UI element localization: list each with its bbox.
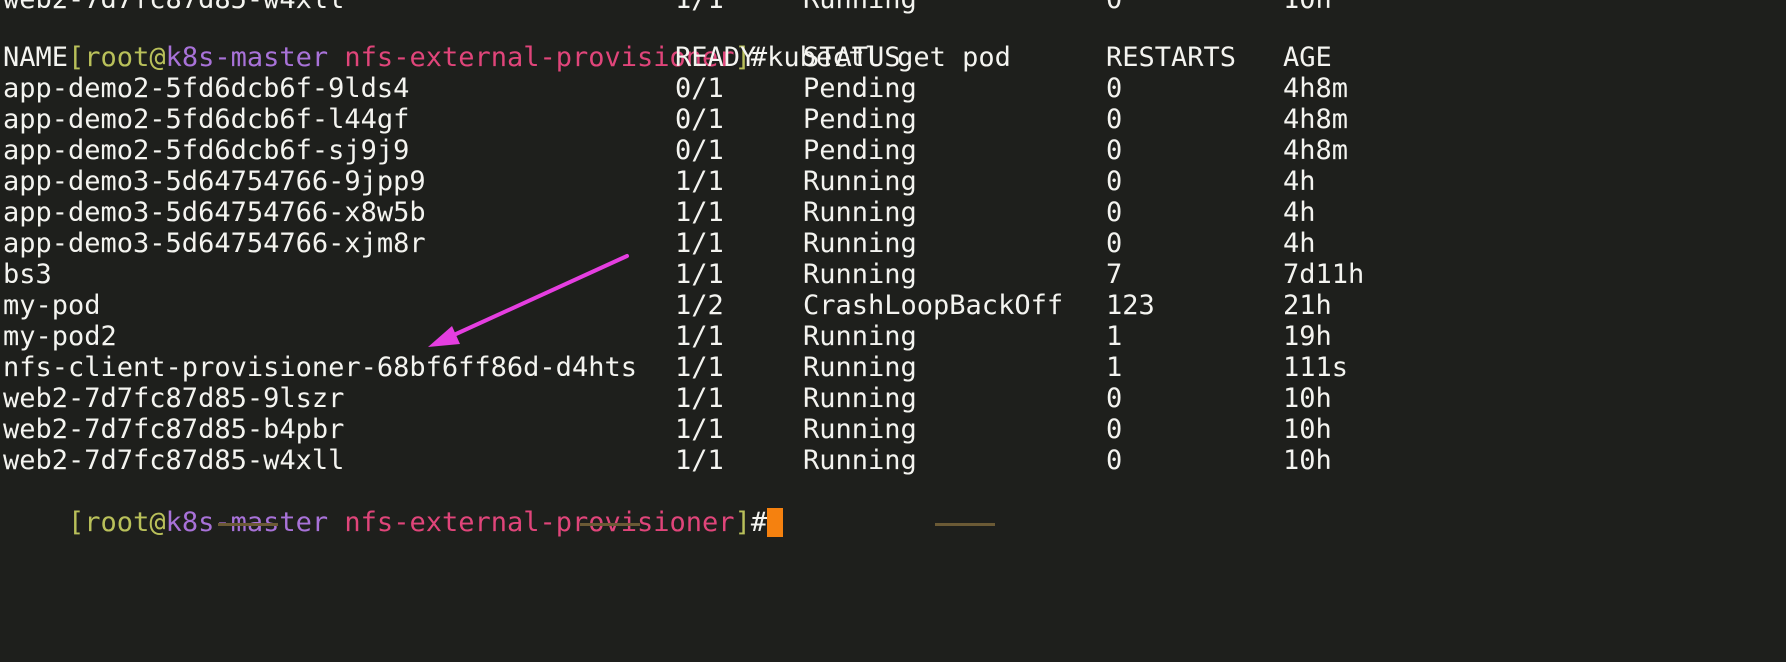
pod-status: Running xyxy=(803,166,917,197)
pod-ready: 1/2 xyxy=(675,290,724,321)
pod-age: 7d11h xyxy=(1283,259,1365,290)
pod-age: 21h xyxy=(1283,290,1332,321)
prompt-host: k8s-master xyxy=(165,42,329,73)
pod-age: 4h xyxy=(1283,166,1316,197)
table-row: web2-7d7fc87d85-b4pbr 1/1 Running 0 10h xyxy=(3,414,1332,445)
arrow-shaft xyxy=(443,254,629,341)
terminal-window[interactable]: web2-7d7fc87d85-w4xll 1/1 Running 0 10h … xyxy=(0,0,1786,538)
pod-name: app-demo2-5fd6dcb6f-9lds4 xyxy=(3,73,410,104)
pod-status: Running xyxy=(803,228,917,259)
pod-restarts: 0 xyxy=(1106,445,1123,476)
pod-restarts: 0 xyxy=(1106,414,1123,445)
pod-name: my-pod xyxy=(3,290,101,321)
pod-restarts: 0 xyxy=(1106,228,1123,259)
pod-status: Running xyxy=(803,414,917,445)
pod-restarts: 0 xyxy=(1106,197,1123,228)
command-line: [root@k8s-master nfs-external-provisione… xyxy=(3,11,1011,73)
pod-ready: 1/1 xyxy=(675,383,724,414)
table-row: my-pod 1/2 CrashLoopBackOff 123 21h xyxy=(3,290,1332,321)
pod-status: Running xyxy=(803,321,917,352)
pod-restarts: 1 xyxy=(1106,352,1123,383)
pod-ready: 1/1 xyxy=(675,228,724,259)
prompt-at: @ xyxy=(149,42,166,73)
pod-ready: 1/1 xyxy=(675,414,724,445)
table-row: app-demo3-5d64754766-xjm8r 1/1 Running 0… xyxy=(3,228,1316,259)
pod-age: 4h8m xyxy=(1283,135,1349,166)
pod-restarts: 0 xyxy=(1106,0,1122,15)
table-row: web2-7d7fc87d85-9lszr 1/1 Running 0 10h xyxy=(3,383,1332,414)
prompt-user: root xyxy=(84,42,150,73)
pod-ready: 1/1 xyxy=(675,445,724,476)
pod-restarts: 0 xyxy=(1106,104,1123,135)
pod-status: Pending xyxy=(803,73,917,104)
pod-status: Running xyxy=(803,445,917,476)
table-row: app-demo3-5d64754766-x8w5b 1/1 Running 0… xyxy=(3,197,1316,228)
pod-status: Running xyxy=(803,259,917,290)
pod-restarts: 0 xyxy=(1106,166,1123,197)
pod-restarts: 0 xyxy=(1106,135,1123,166)
table-row: app-demo2-5fd6dcb6f-sj9j9 0/1 Pending 0 … xyxy=(3,135,1348,166)
input-prompt-line[interactable]: [root@k8s-master nfs-external-provisione… xyxy=(3,476,784,538)
table-header: NAME READY STATUS RESTARTS AGE xyxy=(3,42,1332,73)
pod-restarts: 123 xyxy=(1106,290,1155,321)
table-row: app-demo3-5d64754766-9jpp9 1/1 Running 0… xyxy=(3,166,1316,197)
pod-ready: 0/1 xyxy=(675,135,724,166)
table-row: bs3 1/1 Running 7 7d11h xyxy=(3,259,1364,290)
pod-ready: 1/1 xyxy=(675,166,724,197)
table-row: app-demo2-5fd6dcb6f-l44gf 0/1 Pending 0 … xyxy=(3,104,1348,135)
pod-status: Running xyxy=(803,352,917,383)
pod-status: Pending xyxy=(803,135,917,166)
pod-restarts: 0 xyxy=(1106,73,1123,104)
pod-name: app-demo2-5fd6dcb6f-sj9j9 xyxy=(3,135,410,166)
pod-restarts: 1 xyxy=(1106,321,1123,352)
arrow-head xyxy=(428,326,460,347)
pod-name: app-demo3-5d64754766-xjm8r xyxy=(3,228,426,259)
pod-ready: 1/1 xyxy=(675,197,724,228)
pod-age: 19h xyxy=(1283,321,1332,352)
pod-ready: 1/1 xyxy=(675,321,724,352)
pod-ready: 0/1 xyxy=(675,104,724,135)
pod-ready: 0/1 xyxy=(675,73,724,104)
pod-age: 10h xyxy=(1283,0,1332,15)
pod-name: app-demo3-5d64754766-x8w5b xyxy=(3,197,426,228)
pod-status: Running xyxy=(803,383,917,414)
table-row: nfs-client-provisioner-68bf6ff86d-d4hts … xyxy=(3,352,1348,383)
pod-age: 10h xyxy=(1283,414,1332,445)
pod-name: bs3 xyxy=(3,259,52,290)
pod-name: app-demo3-5d64754766-9jpp9 xyxy=(3,166,426,197)
table-row: app-demo2-5fd6dcb6f-9lds4 0/1 Pending 0 … xyxy=(3,73,1348,104)
table-row: my-pod2 1/1 Running 1 19h xyxy=(3,321,1332,352)
pod-restarts: 7 xyxy=(1106,259,1123,290)
pod-name: web2-7d7fc87d85-9lszr xyxy=(3,383,345,414)
header-name: NAME xyxy=(3,42,69,73)
pod-name: my-pod2 xyxy=(3,321,117,352)
pod-status: CrashLoopBackOff xyxy=(803,290,1064,321)
bottom-status-strip xyxy=(0,522,1786,526)
pod-status: Pending xyxy=(803,104,917,135)
pod-restarts: 0 xyxy=(1106,383,1123,414)
pod-ready: 1/1 xyxy=(675,352,724,383)
pod-age: 4h xyxy=(1283,228,1316,259)
pod-name: app-demo2-5fd6dcb6f-l44gf xyxy=(3,104,410,135)
pod-age: 10h xyxy=(1283,445,1332,476)
pod-name: web2-7d7fc87d85-w4xll xyxy=(3,445,345,476)
pod-age: 10h xyxy=(1283,383,1332,414)
header-ready: READY xyxy=(675,42,757,73)
pod-name: web2-7d7fc87d85-b4pbr xyxy=(3,414,345,445)
header-status: STATUS xyxy=(803,42,901,73)
header-restarts: RESTARTS xyxy=(1106,42,1237,73)
pod-name: nfs-client-provisioner-68bf6ff86d-d4hts xyxy=(3,352,637,383)
pod-age: 4h8m xyxy=(1283,73,1349,104)
pod-age: 4h xyxy=(1283,197,1316,228)
pod-age: 4h8m xyxy=(1283,104,1349,135)
pod-status: Running xyxy=(803,197,917,228)
prompt-open-bracket: [ xyxy=(68,42,85,73)
pod-age: 111s xyxy=(1283,352,1349,383)
table-row: web2-7d7fc87d85-w4xll 1/1 Running 0 10h xyxy=(3,445,1332,476)
header-age: AGE xyxy=(1283,42,1332,73)
pod-ready: 1/1 xyxy=(675,259,724,290)
